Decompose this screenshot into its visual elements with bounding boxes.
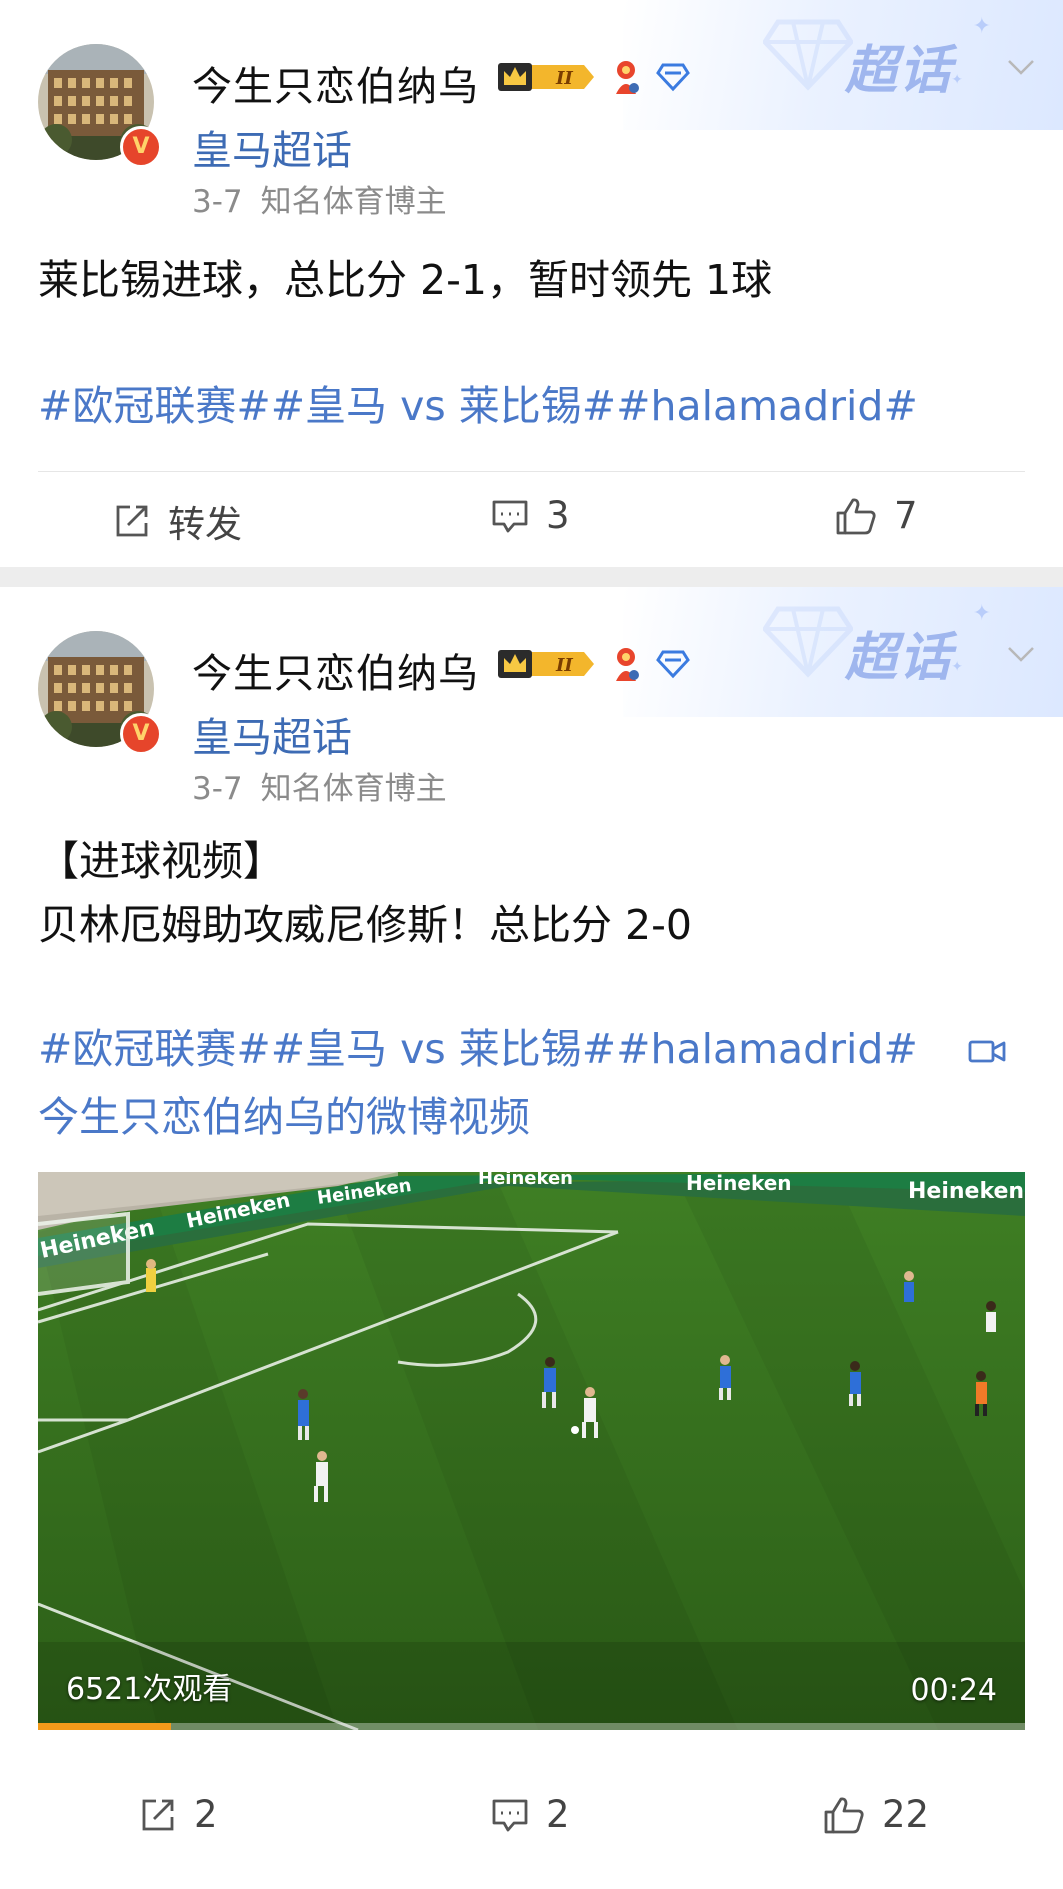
comment-icon [492,500,528,532]
video-progress-bar[interactable] [38,1723,1025,1730]
author-role: 知名体育博主 [260,771,447,807]
member-level-badge-icon: II [498,63,594,91]
diamond-watermark-icon [763,19,853,91]
divider [38,471,1025,472]
verified-badge-icon: V [120,713,162,755]
video-progress-fill [38,1723,172,1730]
comment-count: 2 [546,1793,570,1836]
comment-button[interactable]: 2 [490,1793,570,1836]
hashtag-text[interactable]: #欧冠联赛##皇马 vs 莱比锡##halamadrid# [38,1025,918,1073]
post-meta: 3-7 知名体育博主 [192,176,447,221]
supertopic-brand: 超话 [844,41,953,101]
pitch-sponsor-text: Heineken [686,1172,792,1195]
repost-count: 2 [194,1793,218,1836]
verified-badge-icon: V [120,126,162,168]
chevron-down-icon[interactable] [1007,58,1035,76]
post-text: 莱比锡进球，总比分 2-1，暂时领先 1球 [38,248,772,312]
post-text-line: 贝林厄姆助攻威尼修斯！总比分 2-0 [38,901,692,949]
sparkle-icon: ✦ [972,601,991,626]
sparkle-icon: ✦ [951,659,963,675]
repost-icon [116,505,148,537]
post-text-line: 【进球视频】 [38,837,284,885]
username[interactable]: 今生只恋伯纳乌 [192,641,479,699]
thumbs-up-icon [824,1796,864,1833]
view-count: 6521次观看 [66,1672,233,1707]
diamond-watermark-icon [763,606,853,678]
like-count: 7 [894,494,918,537]
post-date: 3-7 [192,184,243,220]
diamond-icon [656,650,690,679]
repost-icon [142,1799,174,1830]
username[interactable]: 今生只恋伯纳乌 [192,54,479,112]
hashtag-links[interactable]: #欧冠联赛##皇马 vs 莱比锡##halamadrid# 今生只恋伯纳乌的微博… [38,1017,1028,1149]
member-level-badge-icon: II [498,650,594,678]
post-card[interactable]: ✦ ✦ 超话 V 今生只恋伯纳乌 II [0,587,1063,1889]
fan-mascot-icon [616,61,639,94]
post-date: 3-7 [192,771,243,807]
comment-count: 3 [546,494,570,537]
user-badges: II [496,641,690,687]
user-badges: II [496,54,690,100]
repost-button[interactable]: 2 [138,1793,218,1836]
supertopic-link[interactable]: 皇马超话 [192,705,352,763]
video-player[interactable]: Heineken Heineken Heineken Heineken Hein… [38,1172,1025,1730]
like-button[interactable]: 7 [834,494,918,537]
sparkle-icon: ✦ [951,72,963,88]
supertopic-link[interactable]: 皇马超话 [192,118,352,176]
thumbs-up-icon [836,497,876,534]
repost-button[interactable]: 转发 [112,494,242,548]
like-count: 22 [882,1793,930,1836]
post-card[interactable]: ✦ ✦ 超话 V 今生只恋伯纳乌 II [0,0,1063,567]
post-text: 【进球视频】 贝林厄姆助攻威尼修斯！总比分 2-0 [38,829,692,957]
video-camera-icon [967,1021,1007,1085]
pitch-sponsor-text: Heineken [908,1179,1024,1204]
video-thumbnail: Heineken Heineken Heineken Heineken Hein… [38,1172,1025,1730]
sparkle-icon: ✦ [972,14,991,39]
like-button[interactable]: 22 [822,1793,929,1836]
comment-button[interactable]: 3 [490,494,570,537]
fan-mascot-icon [616,648,639,681]
video-link[interactable]: 今生只恋伯纳乌的微博视频 [38,1093,530,1141]
pitch-sponsor-text: Heineken [478,1172,573,1189]
comment-icon [492,1799,528,1831]
repost-label: 转发 [168,503,242,546]
video-duration: 00:24 [910,1673,997,1708]
level-badge-text: II [555,655,573,676]
supertopic-brand: 超话 [844,628,953,688]
post-meta: 3-7 知名体育博主 [192,763,447,808]
hashtag-links[interactable]: #欧冠联赛##皇马 vs 莱比锡##halamadrid# [38,374,1028,438]
level-badge-text: II [555,68,573,89]
post-text-line: 莱比锡进球，总比分 2-1，暂时领先 1球 [38,256,773,304]
chevron-down-icon[interactable] [1007,645,1035,663]
diamond-icon [656,63,690,92]
author-role: 知名体育博主 [260,184,447,220]
